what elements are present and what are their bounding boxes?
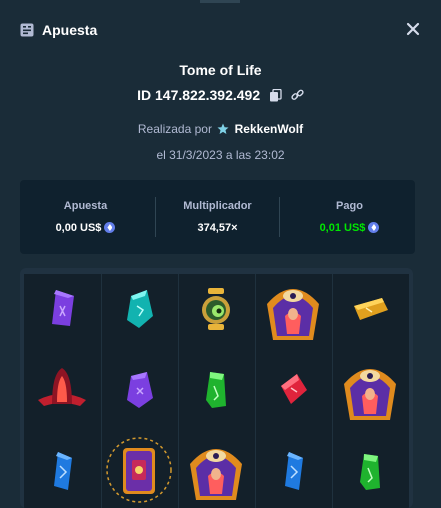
green-rune-icon xyxy=(206,372,226,408)
payout-label: Pago xyxy=(336,200,363,212)
reel-3 xyxy=(178,274,256,508)
placed-by-row: Realizada por RekkenWolf xyxy=(0,122,441,136)
bet-ticket-icon xyxy=(20,23,34,37)
stat-divider xyxy=(279,197,280,237)
game-name[interactable]: Tome of Life xyxy=(0,62,441,78)
multiplier-label: Multiplicador xyxy=(183,200,252,212)
link-icon[interactable] xyxy=(291,89,304,102)
purple-rune-icon xyxy=(52,290,74,326)
goddess-eye-icon xyxy=(344,369,396,420)
stat-multiplier: Multiplicador 374,57× xyxy=(152,180,283,254)
reel-2 xyxy=(101,274,179,508)
bet-value-row: 0,00 US$ xyxy=(20,222,151,234)
teal-rune-icon xyxy=(127,290,153,328)
red-hooded-figure-icon xyxy=(38,368,86,406)
bet-value: 0,00 US$ xyxy=(55,222,102,234)
green-rune-icon xyxy=(360,454,380,490)
reel-1 xyxy=(24,274,102,508)
bet-date: el 31/3/2023 a las 23:02 xyxy=(156,148,285,162)
close-icon[interactable] xyxy=(404,20,422,38)
slot-board xyxy=(20,268,413,508)
purple-rune-icon xyxy=(127,372,153,408)
tome-book-icon xyxy=(106,437,172,503)
username-link[interactable]: RekkenWolf xyxy=(235,122,303,136)
reel-5 xyxy=(332,274,409,508)
reel-4 xyxy=(255,274,333,508)
bet-stats-panel: Apuesta 0,00 US$ Multiplicador 374,57× P… xyxy=(20,180,415,254)
bet-id-row: ID 147.822.392.492 xyxy=(0,86,441,103)
gold-lantern-icon xyxy=(202,288,230,330)
modal-title: Apuesta xyxy=(42,22,98,38)
bet-id: ID 147.822.392.492 xyxy=(137,87,261,104)
copy-icon[interactable] xyxy=(269,88,282,102)
eth-coin-icon xyxy=(104,222,116,233)
stat-bet: Apuesta 0,00 US$ xyxy=(20,180,151,254)
blue-rune-icon xyxy=(54,452,72,490)
payout-value: 0,01 US$ xyxy=(319,222,366,234)
modal-header: Apuesta xyxy=(0,0,441,60)
goddess-eye-icon xyxy=(190,449,242,500)
slot-reels xyxy=(24,274,409,508)
blue-rune-icon xyxy=(285,452,303,490)
eth-coin-icon xyxy=(368,222,380,233)
red-rune-icon xyxy=(281,374,307,404)
payout-value-row: 0,01 US$ xyxy=(284,222,415,234)
goddess-eye-icon xyxy=(267,289,319,340)
multiplier-value: 374,57× xyxy=(197,222,238,234)
vip-star-icon xyxy=(217,123,229,134)
yellow-rune-icon xyxy=(354,298,388,320)
placed-by-label: Realizada por xyxy=(137,122,212,136)
stat-payout: Pago 0,01 US$ xyxy=(284,180,415,254)
bet-label: Apuesta xyxy=(63,200,108,212)
